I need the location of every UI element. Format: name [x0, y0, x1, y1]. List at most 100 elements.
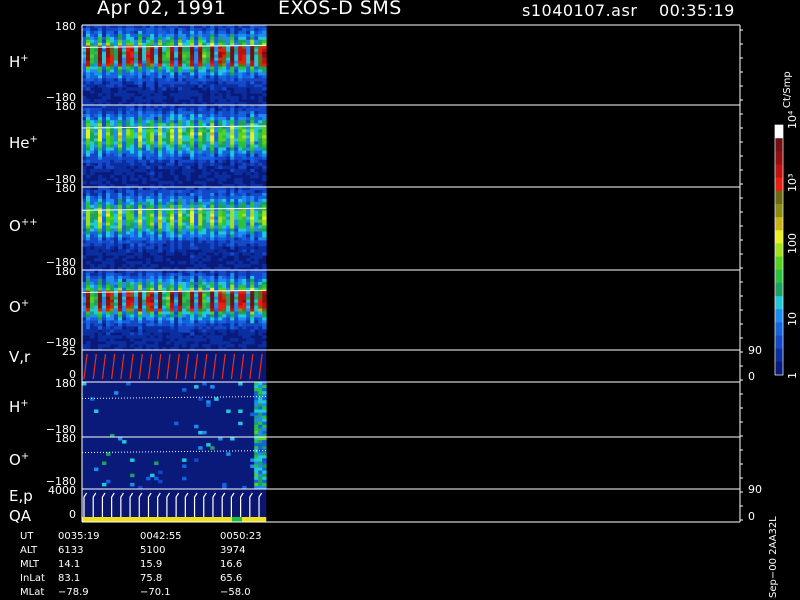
heat-cell — [206, 117, 211, 121]
heat-cell — [162, 117, 167, 121]
heat-cell — [130, 36, 135, 41]
heat-cell — [262, 231, 267, 235]
heat-cell — [254, 403, 259, 407]
heat-cell — [174, 243, 179, 247]
heat-cell — [170, 320, 175, 324]
heat-cell — [202, 311, 207, 315]
heat-cell — [170, 275, 175, 280]
heat-cell — [206, 132, 211, 136]
heat-cell — [102, 216, 107, 220]
heat-cell — [114, 25, 119, 29]
heat-cell — [82, 234, 87, 238]
heat-cell — [110, 317, 115, 321]
heat-cell — [214, 222, 219, 226]
heat-cell — [146, 195, 151, 200]
heat-cell — [262, 111, 267, 115]
heat-cell — [218, 54, 223, 58]
heat-cell — [158, 225, 163, 229]
heat-cell — [126, 87, 131, 91]
heat-cell — [214, 296, 219, 301]
heat-cell — [234, 159, 239, 164]
heat-cell — [246, 225, 251, 229]
heat-cell — [190, 187, 195, 191]
heat-cell — [206, 159, 211, 164]
heat-cell — [194, 30, 199, 35]
heat-cell — [154, 240, 159, 244]
heat-cell — [174, 75, 179, 79]
heat-cell — [242, 201, 247, 206]
heat-cell — [218, 177, 223, 182]
heat-cell — [86, 42, 91, 47]
heat-cell — [202, 144, 207, 148]
heat-cell — [254, 141, 259, 145]
heat-cell — [126, 317, 131, 321]
heat-cell — [246, 171, 251, 176]
heat-cell — [126, 284, 131, 289]
heat-cell — [98, 51, 103, 56]
heat-cell — [206, 317, 211, 321]
heat-cell — [202, 216, 207, 220]
heat-cell — [98, 302, 103, 306]
heat-cell — [214, 144, 219, 148]
heat-cell — [214, 174, 219, 179]
heat-cell — [90, 284, 95, 289]
heat-cell — [198, 162, 203, 167]
heat-cell — [150, 329, 155, 333]
heat-cell — [114, 168, 119, 173]
heat-cell — [170, 273, 175, 277]
heat-cell — [150, 28, 155, 32]
heat-cell — [198, 275, 203, 280]
heat-cell — [134, 45, 139, 50]
heat-cell — [122, 28, 127, 32]
heat-cell — [262, 385, 267, 389]
heat-cell — [102, 305, 107, 309]
heat-cell — [238, 180, 243, 185]
heat-cell — [190, 129, 195, 133]
heat-cell — [82, 326, 87, 330]
heat-cell — [186, 147, 191, 151]
panel-label-text: O — [9, 216, 21, 235]
y2-tick-bottom: 0 — [748, 370, 755, 383]
heat-cell — [118, 42, 123, 47]
heat-cell — [218, 216, 223, 220]
heat-cell — [154, 216, 159, 220]
heat-cell — [130, 156, 135, 160]
heat-cell — [234, 273, 239, 277]
heat-cell — [110, 275, 115, 280]
heat-cell — [202, 28, 207, 32]
heat-cell — [158, 96, 163, 100]
heat-cell — [98, 132, 103, 136]
heat-cell — [186, 323, 191, 327]
heat-cell — [258, 344, 263, 348]
heat-cell — [242, 311, 247, 315]
heat-cell — [198, 228, 203, 232]
heat-cell — [114, 195, 119, 200]
heat-cell — [246, 156, 251, 160]
heat-cell — [206, 162, 211, 167]
heat-cell — [218, 234, 223, 238]
panel-label-text: H — [9, 53, 21, 71]
heat-cell — [230, 270, 235, 274]
heat-cell — [230, 81, 235, 85]
heat-cell — [94, 54, 99, 58]
heat-cell — [174, 329, 179, 333]
heat-cell — [178, 132, 183, 136]
heat-cell — [134, 252, 139, 256]
heat-cell — [258, 162, 263, 167]
heat-cell — [238, 281, 243, 286]
heat-cell — [194, 320, 199, 324]
heat-cell — [130, 296, 135, 301]
heat-cell — [90, 204, 95, 209]
heat-cell — [146, 302, 151, 306]
heat-cell — [186, 93, 191, 97]
heat-cell — [158, 198, 163, 203]
heat-cell — [166, 192, 171, 197]
heat-cell — [246, 192, 251, 197]
heat-cell — [258, 153, 263, 157]
heat-cell — [226, 48, 231, 53]
heat-cell — [262, 273, 267, 277]
heat-cell — [218, 228, 223, 232]
heat-cell — [118, 243, 123, 247]
heat-cell — [258, 440, 263, 444]
heat-cell — [250, 338, 255, 342]
